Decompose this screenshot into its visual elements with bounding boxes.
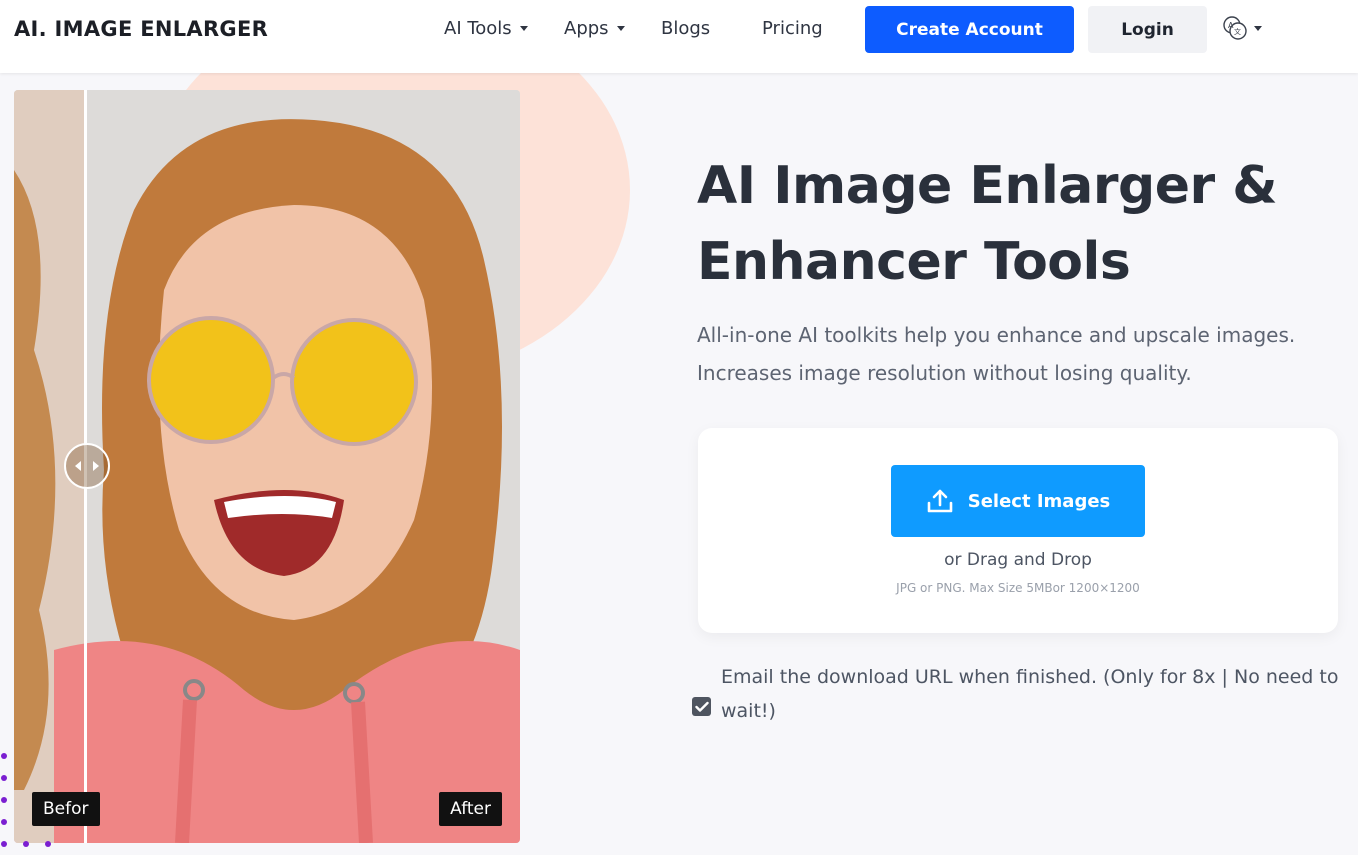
upload-dropzone[interactable]: Select Images or Drag and Drop JPG or PN… <box>698 428 1338 633</box>
nav-apps-label: Apps <box>564 18 609 39</box>
nav-blogs-label: Blogs <box>661 18 711 39</box>
chevron-down-icon <box>1254 25 1262 31</box>
subtitle-line-2: Increases image resolution without losin… <box>697 361 1192 385</box>
subtitle-line-1: All-in-one AI toolkits help you enhance … <box>697 323 1296 347</box>
nav-pricing[interactable]: Pricing <box>762 18 823 39</box>
arrows-horizontal-icon <box>75 461 99 471</box>
svg-text:文: 文 <box>1234 27 1241 36</box>
drag-drop-text: or Drag and Drop <box>944 550 1092 570</box>
login-button[interactable]: Login <box>1088 6 1207 53</box>
before-after-comparison[interactable]: Befor After <box>14 90 520 843</box>
nav-apps[interactable]: Apps <box>564 18 625 39</box>
nav-ai-tools-label: AI Tools <box>444 18 512 39</box>
select-images-button[interactable]: Select Images <box>891 465 1145 537</box>
select-images-label: Select Images <box>967 490 1111 512</box>
decorative-dots <box>1 753 51 847</box>
page-title: AI Image Enlarger & Enhancer Tools <box>697 156 1278 292</box>
email-option-text-line-1: Email the download URL when finished. (O… <box>721 666 1339 688</box>
top-navigation: AI. IMAGE ENLARGER AI Tools Apps Blogs P… <box>0 0 1358 73</box>
nav-blogs[interactable]: Blogs <box>661 18 710 39</box>
nav-ai-tools[interactable]: AI Tools <box>444 18 528 39</box>
create-account-button[interactable]: Create Account <box>865 6 1074 53</box>
translate-icon: A 文 <box>1223 16 1247 40</box>
upload-icon <box>927 489 953 513</box>
chevron-down-icon <box>519 26 528 31</box>
chevron-down-icon <box>616 26 625 31</box>
email-option-text-line-2: wait!) <box>721 700 776 722</box>
check-icon <box>694 701 709 712</box>
page-subtitle: All-in-one AI toolkits help you enhance … <box>697 316 1347 392</box>
email-checkbox[interactable] <box>692 697 711 716</box>
nav-pricing-label: Pricing <box>762 18 823 39</box>
comparison-drag-handle[interactable] <box>64 443 110 489</box>
language-selector[interactable]: A 文 <box>1222 15 1262 41</box>
after-label: After <box>439 792 502 826</box>
site-logo[interactable]: AI. IMAGE ENLARGER <box>14 17 268 41</box>
file-requirements-hint: JPG or PNG. Max Size 5MBor 1200×1200 <box>896 581 1140 595</box>
